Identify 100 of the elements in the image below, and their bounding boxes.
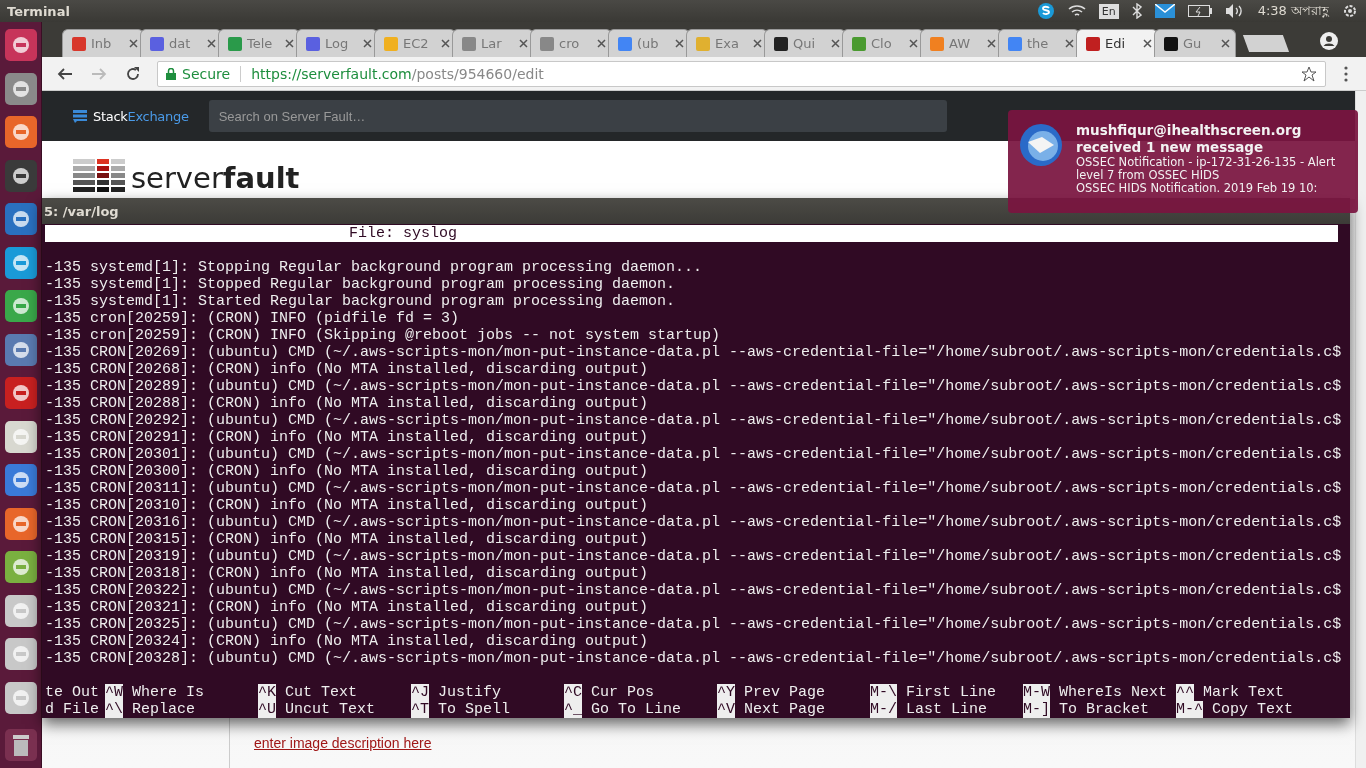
new-tab-button[interactable] — [1242, 35, 1290, 52]
battery-icon[interactable] — [1187, 5, 1212, 17]
shortcut-key: ^T — [411, 701, 429, 718]
shortcut-label: Uncut Text — [285, 701, 376, 718]
shortcut-key: ^U — [258, 701, 276, 718]
close-icon[interactable] — [1143, 39, 1152, 48]
log-line: -135 CRON[20268]: (CRON) info (No MTA installed, discarding output) — [45, 361, 650, 378]
shortcut-key: M-] — [1023, 701, 1050, 718]
shortcut-key: ^W — [105, 684, 123, 701]
stack-logo-icon[interactable] — [73, 109, 87, 123]
favicon-icon — [305, 35, 321, 52]
log-line: -135 CRON[20288]: (CRON) info (No MTA installed, discarding output) — [45, 395, 650, 412]
shortcut-label: Next Page — [744, 701, 826, 718]
shortcut-key: ^C — [564, 684, 582, 701]
browser-tab[interactable]: Inb — [62, 29, 144, 57]
browser-tab[interactable]: Gu — [1154, 29, 1236, 57]
shortcut-label: Mark Text — [1203, 684, 1285, 701]
mail-app-icon — [1018, 122, 1064, 168]
shortcut-key: M-^ — [1176, 701, 1203, 718]
more-menu-icon[interactable] — [1344, 65, 1348, 82]
wifi-icon[interactable] — [1067, 4, 1086, 18]
secure-label: Secure — [182, 65, 231, 82]
shortcut-label: First Line — [906, 684, 997, 701]
file-name: File: syslog — [349, 225, 458, 242]
shortcut-label: Justify — [438, 684, 502, 701]
close-icon[interactable] — [909, 39, 918, 48]
shortcut-label: Where Is — [132, 684, 205, 701]
bluetooth-icon[interactable] — [1131, 3, 1142, 19]
user-icon[interactable] — [1320, 32, 1338, 50]
close-icon[interactable] — [831, 39, 840, 48]
close-icon[interactable] — [1221, 39, 1230, 48]
notification-text: OSSEC HIDS Notification. 2019 Feb 19 10: — [1076, 182, 1319, 195]
log-line: -135 CRON[20315]: (CRON) info (No MTA installed, discarding output) — [45, 531, 650, 548]
close-icon[interactable] — [363, 39, 372, 48]
shortcut-label: te Out — [45, 684, 99, 701]
notification-text: level 7 from OSSEC HIDS — [1076, 169, 1220, 182]
shortcut-label: Prev Page — [744, 684, 826, 701]
window-title: Terminal — [7, 3, 70, 19]
notification-title: mushfiqur@ihealthscreen.org — [1076, 122, 1303, 139]
address-bar[interactable]: Secure https://serverfault.com/posts/954660/edit — [157, 60, 1326, 87]
close-icon[interactable] — [441, 39, 450, 48]
log-line: -135 systemd[1]: Stopping Regular background program processing daemon... — [45, 259, 704, 276]
star-icon[interactable] — [1301, 65, 1317, 82]
log-line: -135 CRON[20321]: (CRON) info (No MTA installed, discarding output) — [45, 599, 650, 616]
log-line: -135 CRON[20310]: (CRON) info (No MTA installed, discarding output) — [45, 497, 650, 514]
close-icon[interactable] — [129, 39, 138, 48]
shortcut-label: Go To Line — [591, 701, 682, 718]
shortcut-key: M-W — [1023, 684, 1050, 701]
scrollbar[interactable] — [1355, 91, 1366, 768]
favicon-icon — [539, 35, 555, 52]
shortcut-key: ^Y — [717, 684, 735, 701]
image-description-link[interactable]: enter image description here — [254, 735, 432, 751]
log-line: -135 CRON[20324]: (CRON) info (No MTA installed, discarding output) — [45, 633, 650, 650]
log-line: -135 CRON[20300]: (CRON) info (No MTA installed, discarding output) — [45, 463, 650, 480]
favicon-icon — [71, 35, 87, 52]
shortcut-key: M-\ — [870, 684, 897, 701]
trash-icon[interactable] — [3, 728, 38, 762]
lock-icon — [166, 67, 176, 80]
shortcut-label: Last Line — [906, 701, 988, 718]
log-line: -135 cron[20259]: (CRON) INFO (Skipping @reboot jobs -- not system startup) — [45, 327, 722, 344]
shortcut-label: To Spell — [438, 701, 511, 718]
log-line: -135 cron[20259]: (CRON) INFO (pidfile fd = 3) — [45, 310, 461, 327]
keyboard-layout-indicator[interactable]: En — [1098, 3, 1119, 19]
site-logo-text: serverfault — [131, 164, 300, 193]
shortcut-label: WhereIs Next — [1059, 684, 1168, 701]
site-brand[interactable]: StackExchange — [93, 108, 189, 124]
shortcut-key: ^K — [258, 684, 276, 701]
back-icon[interactable] — [57, 65, 73, 82]
search-field[interactable]: Search on Server Fault… — [208, 100, 947, 132]
close-icon[interactable] — [285, 39, 294, 48]
log-line: -135 systemd[1]: Started Regular background program processing daemon. — [45, 293, 677, 310]
browser-tab[interactable]: the — [998, 29, 1080, 57]
close-icon[interactable] — [987, 39, 996, 48]
shortcut-label: Copy Text — [1212, 701, 1294, 718]
terminal-title: 5: /var/log — [44, 203, 119, 219]
shortcut-label: Cut Text — [285, 684, 358, 701]
close-icon[interactable] — [1065, 39, 1074, 48]
close-icon[interactable] — [753, 39, 762, 48]
volume-icon[interactable] — [1224, 3, 1245, 19]
favicon-icon — [1163, 35, 1179, 52]
url-text: https://serverfault.com/posts/954660/edit — [251, 65, 544, 82]
favicon-icon — [1085, 35, 1101, 52]
clock[interactable]: 4:38 অপরাহ্ণ — [1257, 0, 1329, 22]
reload-icon[interactable] — [125, 65, 141, 82]
shortcut-key: ^\ — [105, 701, 123, 718]
log-line: -135 systemd[1]: Stopped Regular background program processing daemon. — [45, 276, 677, 293]
favicon-icon — [461, 35, 477, 52]
close-icon[interactable] — [519, 39, 528, 48]
shortcut-key: ^J — [411, 684, 429, 701]
close-icon[interactable] — [675, 39, 684, 48]
close-icon[interactable] — [597, 39, 606, 48]
log-line: -135 CRON[20318]: (CRON) info (No MTA installed, discarding output) — [45, 565, 650, 582]
favicon-icon — [227, 35, 243, 52]
browser-tab[interactable]: (ub — [608, 29, 690, 57]
power-icon[interactable] — [1342, 3, 1358, 19]
favicon-icon — [1007, 35, 1023, 52]
favicon-icon — [617, 35, 633, 52]
close-icon[interactable] — [207, 39, 216, 48]
shortcut-label: Replace — [132, 701, 196, 718]
notification-title: received 1 new message — [1076, 139, 1265, 156]
